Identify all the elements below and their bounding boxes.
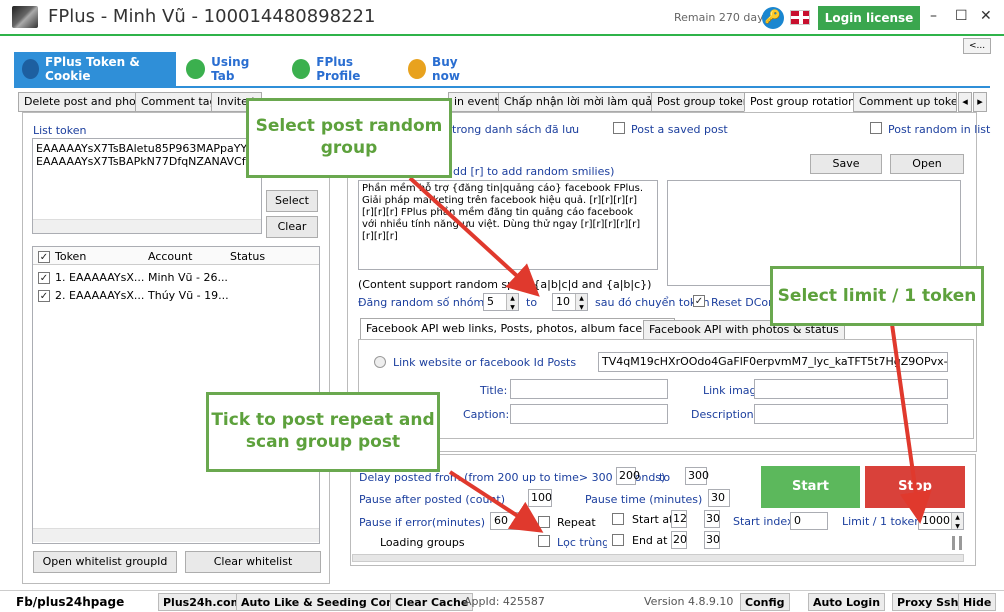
arrow-2	[888, 309, 932, 524]
auto-like-link[interactable]: Auto Like & Seeding Com...	[236, 593, 416, 611]
hide-button[interactable]: Hide	[958, 593, 997, 611]
config-button[interactable]: Config	[740, 593, 790, 611]
appid-label: AppId: 425587	[464, 595, 545, 608]
callout-select-limit: Select limit / 1 token	[770, 266, 984, 326]
proxy-ssh-button[interactable]: Proxy Ssh	[892, 593, 964, 611]
arrow-3	[448, 470, 544, 533]
callout-tick-repeat: Tick to post repeat and scan group post	[206, 392, 440, 472]
fb-page-label: Fb/plus24hpage	[16, 595, 125, 609]
plus24h-link[interactable]: Plus24h.com	[158, 593, 248, 611]
version-label: Version 4.8.9.10	[644, 595, 734, 608]
auto-login-button[interactable]: Auto Login	[808, 593, 886, 611]
status-bar: Fb/plus24hpage Plus24h.com Auto Like & S…	[0, 590, 1004, 612]
arrow-1	[408, 176, 540, 297]
callout-select-random: Select post random group	[246, 98, 452, 178]
